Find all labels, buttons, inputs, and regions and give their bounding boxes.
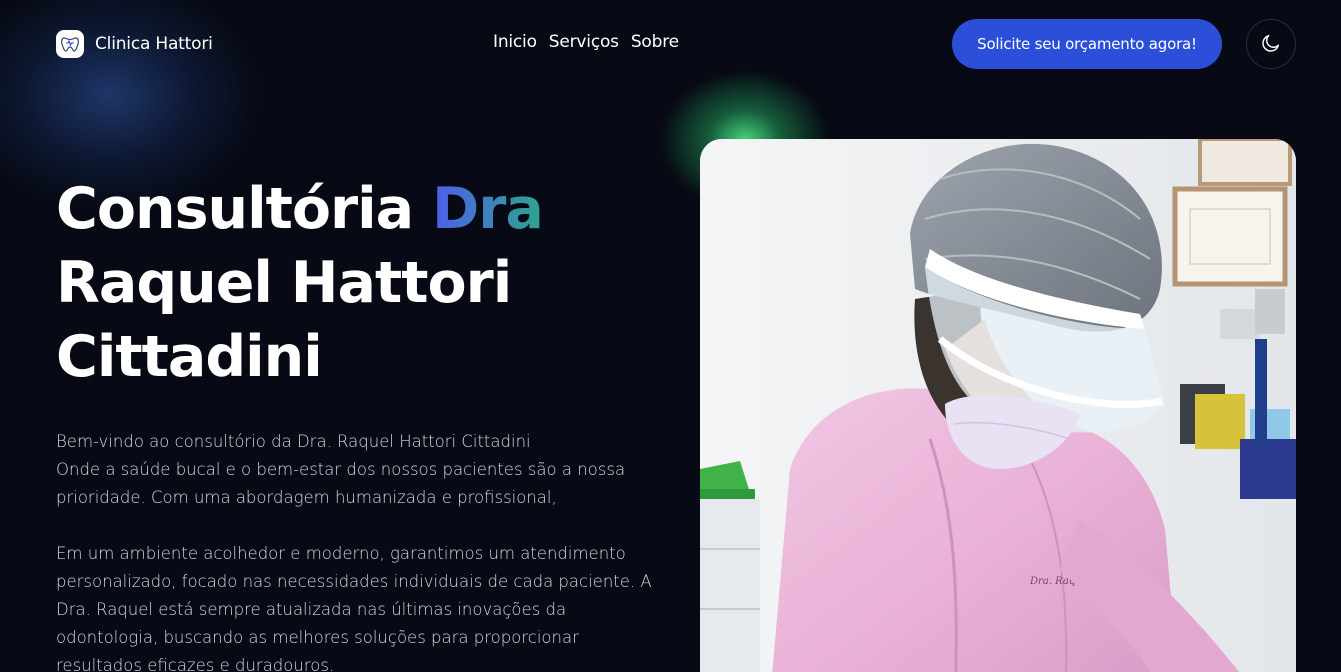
brand-name: Clinica Hattori xyxy=(95,34,213,54)
dentist-photo: Dra. Raquel xyxy=(700,139,1296,672)
nav-link-sobre[interactable]: Sobre xyxy=(631,32,679,52)
hero-title: Consultória Dra Raquel Hattori Cittadini xyxy=(56,172,676,394)
hero-title-part2: Raquel Hattori xyxy=(56,250,512,316)
hero-intro: Bem-vindo ao consultório da Dra. Raquel … xyxy=(56,428,666,672)
intro-line-1: Bem-vindo ao consultório da Dra. Raquel … xyxy=(56,432,531,451)
hero-title-part1: Consultória xyxy=(56,176,432,242)
intro-line-2: Onde a saúde bucal e o bem-estar dos nos… xyxy=(56,460,626,507)
intro-paragraph-2: Em um ambiente acolhedor e moderno, gara… xyxy=(56,544,652,672)
site-header: Clinica Hattori Inicio Serviços Sobre So… xyxy=(0,0,1341,88)
hero-title-accent: Dra xyxy=(431,176,544,242)
theme-toggle-button[interactable] xyxy=(1246,19,1296,69)
main-nav: Inicio Serviços Sobre xyxy=(493,32,679,52)
nav-link-inicio[interactable]: Inicio xyxy=(493,32,537,52)
request-quote-button[interactable]: Solicite seu orçamento agora! xyxy=(952,19,1222,69)
hero-title-part3: Cittadini xyxy=(56,324,323,390)
nav-link-servicos[interactable]: Serviços xyxy=(549,32,619,52)
brand[interactable]: Clinica Hattori xyxy=(56,30,213,58)
moon-icon xyxy=(1260,32,1282,57)
tooth-heart-icon xyxy=(56,30,84,58)
